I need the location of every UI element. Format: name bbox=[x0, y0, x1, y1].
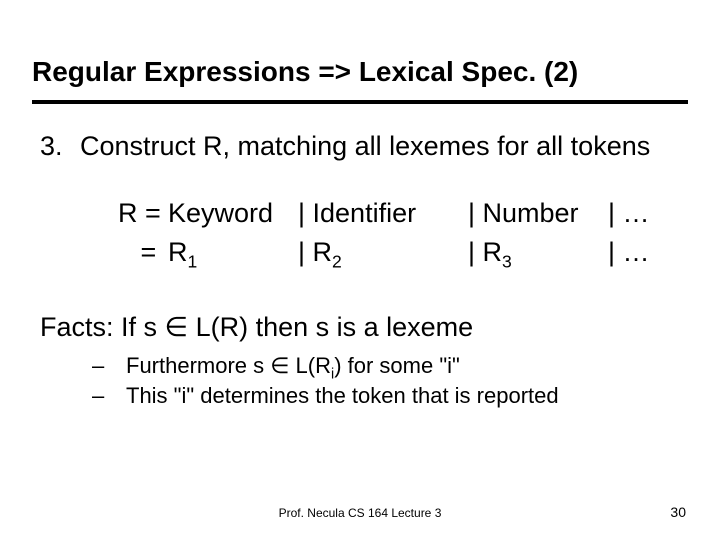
grammar-r1-c3: | Number bbox=[468, 194, 608, 233]
grammar-r1-c4: | … bbox=[608, 194, 658, 233]
sub-bullet-2: – This "i" determines the token that is … bbox=[92, 381, 680, 411]
facts-mid: L(R) then s is a lexeme bbox=[188, 312, 473, 342]
grammar-r1-c0: R = bbox=[118, 194, 168, 233]
page-number: 30 bbox=[670, 504, 686, 520]
sub1-mid: L(R bbox=[289, 353, 331, 378]
grammar-r2-c1-sub: 1 bbox=[188, 251, 198, 271]
grammar-r2-c2: | R2 bbox=[298, 233, 468, 272]
slide-body: 3. Construct R, matching all lexemes for… bbox=[40, 130, 680, 410]
grammar-r1-c1: Keyword bbox=[168, 194, 298, 233]
sub1-post: ) for some "i" bbox=[334, 353, 460, 378]
facts-pre: Facts: If s bbox=[40, 312, 165, 342]
slide-title: Regular Expressions => Lexical Spec. (2) bbox=[32, 56, 688, 88]
bullet-number: 3. bbox=[40, 130, 80, 164]
bullet-text: Construct R, matching all lexemes for al… bbox=[80, 130, 650, 164]
grammar-r2-c2-pre: | R bbox=[298, 237, 332, 267]
element-of-icon: ∈ bbox=[165, 312, 189, 342]
grammar-r2-c1: R1 bbox=[168, 233, 298, 272]
dash-icon: – bbox=[92, 351, 126, 381]
sub-bullet-1: – Furthermore s ∈ L(Ri) for some "i" bbox=[92, 351, 680, 381]
footer-center: Prof. Necula CS 164 Lecture 3 bbox=[0, 506, 720, 520]
grammar-row-2: = R1 | R2 | R3 | … bbox=[118, 233, 680, 272]
grammar-r2-c2-sub: 2 bbox=[332, 251, 342, 271]
dash-icon: – bbox=[92, 381, 126, 411]
grammar-r2-c3-pre: | R bbox=[468, 237, 502, 267]
grammar-r2-c1-pre: R bbox=[168, 237, 188, 267]
grammar-block: R = Keyword | Identifier | Number | … = … bbox=[118, 194, 680, 272]
slide: Regular Expressions => Lexical Spec. (2)… bbox=[0, 0, 720, 540]
bullet-3: 3. Construct R, matching all lexemes for… bbox=[40, 130, 680, 164]
grammar-r2-c3: | R3 bbox=[468, 233, 608, 272]
grammar-r1-c2: | Identifier bbox=[298, 194, 468, 233]
element-of-icon: ∈ bbox=[270, 353, 289, 378]
grammar-r2-c0: = bbox=[118, 233, 168, 272]
facts-line: Facts: If s ∈ L(R) then s is a lexeme bbox=[40, 312, 680, 343]
sub2-text: This "i" determines the token that is re… bbox=[126, 381, 559, 411]
grammar-r2-c4: | … bbox=[608, 233, 658, 272]
sub1-text: Furthermore s ∈ L(Ri) for some "i" bbox=[126, 351, 460, 381]
title-underline bbox=[32, 100, 688, 104]
grammar-r2-c3-sub: 3 bbox=[502, 251, 512, 271]
sub1-pre: Furthermore s bbox=[126, 353, 270, 378]
grammar-row-1: R = Keyword | Identifier | Number | … bbox=[118, 194, 680, 233]
sub-bullets: – Furthermore s ∈ L(Ri) for some "i" – T… bbox=[92, 351, 680, 410]
